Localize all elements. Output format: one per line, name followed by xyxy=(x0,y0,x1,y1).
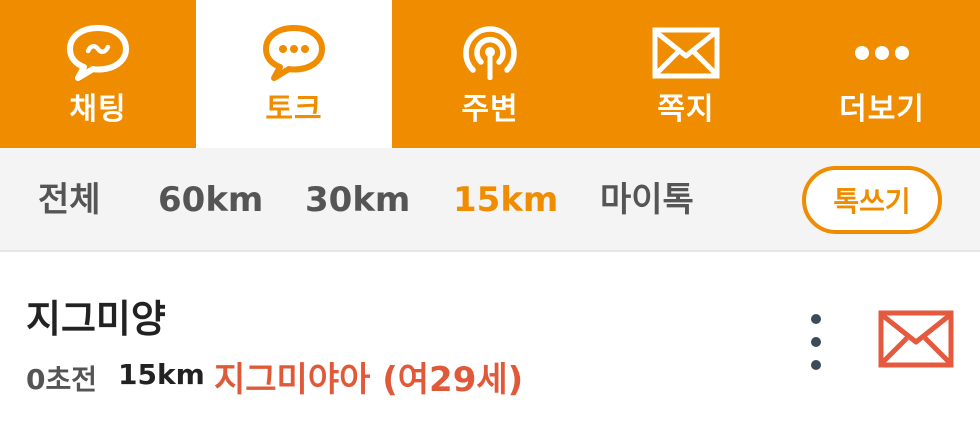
filter-30km[interactable]: 30km xyxy=(305,148,410,252)
tab-more[interactable]: 더보기 xyxy=(784,0,980,148)
tab-talk-label: 토크 xyxy=(265,92,323,127)
nearby-signal-icon xyxy=(456,22,524,84)
post-author-name: 지그미양 xyxy=(26,297,166,341)
tab-talk[interactable]: 토크 xyxy=(196,0,392,148)
mail-icon xyxy=(878,310,954,368)
talk-bubble-icon xyxy=(260,22,328,84)
tab-nearby-label: 주변 xyxy=(461,92,519,127)
filter-all[interactable]: 전체 xyxy=(38,148,101,252)
tab-chat[interactable]: 채팅 xyxy=(0,0,196,148)
top-nav-bar: 채팅 토크 주변 쪽지 더보기 xyxy=(0,0,980,148)
envelope-icon xyxy=(652,22,720,84)
write-talk-button[interactable]: 톡쓰기 xyxy=(802,166,942,234)
talk-post-row[interactable]: 지그미양 0초전 15km 지그미야아 (여29세) xyxy=(0,254,980,424)
more-vertical-icon-dot xyxy=(811,314,821,324)
filter-15km[interactable]: 15km xyxy=(453,148,558,252)
tab-more-label: 더보기 xyxy=(839,92,925,127)
tab-message-label: 쪽지 xyxy=(657,92,715,127)
tab-nearby[interactable]: 주변 xyxy=(392,0,588,148)
send-message-button[interactable] xyxy=(878,310,954,368)
chat-bubble-icon xyxy=(64,22,132,84)
post-distance: 15km xyxy=(118,358,205,391)
more-vertical-icon-dot xyxy=(811,360,821,370)
tab-chat-label: 채팅 xyxy=(69,92,127,127)
post-nickname: 지그미야아 (여29세) xyxy=(214,360,524,400)
tab-message[interactable]: 쪽지 xyxy=(588,0,784,148)
filter-60km[interactable]: 60km xyxy=(158,148,263,252)
more-dots-icon xyxy=(848,22,916,84)
filter-my-talk[interactable]: 마이톡 xyxy=(600,148,694,252)
more-vertical-icon-dot xyxy=(811,337,821,347)
post-time: 0초전 xyxy=(26,363,98,396)
post-more-options-button[interactable] xyxy=(800,314,832,370)
